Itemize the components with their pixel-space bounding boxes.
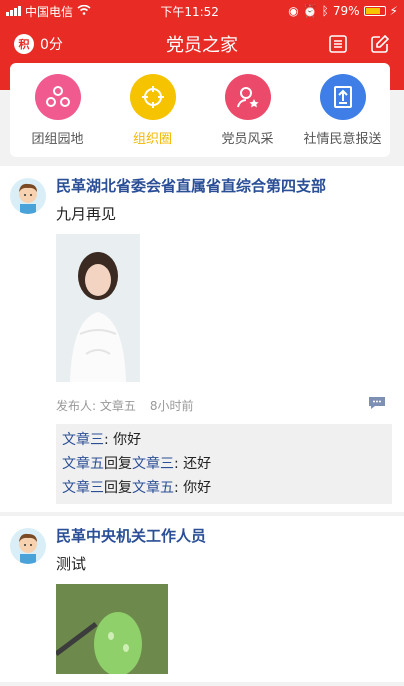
status-bar: 中国电信 下午11:52 ◉ ⏰ ᛒ 79% ⚡: [0, 0, 404, 22]
comment-user[interactable]: 文章五: [62, 456, 104, 472]
reply-target[interactable]: 文章三: [132, 456, 174, 472]
post-card: 民革中央机关工作人员 测试: [0, 516, 404, 686]
person-star-icon: [224, 73, 271, 120]
comment-sep: :: [174, 480, 184, 496]
upload-doc-icon: [319, 73, 366, 120]
comment-text: 你好: [183, 480, 212, 496]
comment-text: 还好: [183, 456, 212, 472]
nav-dangyuan[interactable]: 党员风采: [200, 73, 295, 147]
clock: 下午11:52: [160, 4, 219, 19]
comment-sep: :: [174, 456, 184, 472]
app-header: 积 0分 党员之家: [0, 22, 404, 66]
post-meta: 发布人: 文章五 8小时前: [56, 396, 394, 414]
signal-icon: [6, 6, 21, 16]
bluetooth-icon: ᛒ: [321, 4, 329, 18]
nav-label: 组织圈: [132, 131, 172, 147]
reply-word: 回复: [104, 480, 132, 496]
avatar[interactable]: [10, 528, 46, 564]
group-icon: [34, 73, 81, 120]
post-author[interactable]: 民革中央机关工作人员: [56, 526, 394, 546]
nav-zuzhiquan[interactable]: 组织圈: [105, 73, 200, 147]
comment-icon[interactable]: [368, 396, 386, 413]
nav-label: 团组园地: [31, 131, 84, 147]
post-card: 民革湖北省委会省直属省直综合第四支部 九月再见 发布人: 文章五 8小时前 文章…: [0, 166, 404, 516]
post-photo[interactable]: [56, 234, 140, 382]
reply-target[interactable]: 文章五: [132, 480, 174, 496]
comment-user[interactable]: 文章三: [62, 432, 104, 448]
battery-percent: 79%: [332, 4, 360, 18]
battery-icon: [363, 6, 386, 16]
score-button[interactable]: 积 0分: [14, 34, 63, 54]
nav-tuanzu[interactable]: 团组园地: [10, 73, 105, 147]
post-feed: 民革湖北省委会省直属省直综合第四支部 九月再见 发布人: 文章五 8小时前 文章…: [0, 166, 404, 686]
nav-label: 党员风采: [221, 131, 274, 147]
comment-list: 文章三: 你好 文章五回复文章三: 还好 文章三回复文章五: 你好: [56, 424, 392, 504]
category-nav: 团组园地 组织圈 党员风采 社情民意报送: [10, 63, 390, 157]
nav-sheqing[interactable]: 社情民意报送: [295, 73, 390, 147]
post-text: 测试: [56, 555, 87, 573]
post-time: 8小时前: [149, 398, 194, 413]
comment-row[interactable]: 文章三回复文章五: 你好: [62, 476, 386, 500]
comment-sep: :: [104, 432, 114, 448]
edit-icon[interactable]: [370, 34, 390, 54]
nav-label: 社情民意报送: [303, 131, 382, 147]
publisher-label: 发布人:: [56, 398, 97, 413]
avatar[interactable]: [10, 178, 46, 214]
carrier: 中国电信: [25, 4, 74, 19]
comment-row[interactable]: 文章三: 你好: [62, 428, 386, 452]
comment-text: 你好: [113, 432, 142, 448]
comment-user[interactable]: 文章三: [62, 480, 104, 496]
alarm-icon: ⏰: [302, 4, 318, 18]
post-text: 九月再见: [56, 205, 117, 223]
orientation-lock-icon: ◉: [288, 4, 299, 18]
circle-target-icon: [129, 73, 176, 120]
points-badge: 积: [14, 34, 34, 54]
post-author[interactable]: 民革湖北省委会省直属省直综合第四支部: [56, 176, 394, 196]
list-icon[interactable]: [328, 34, 348, 54]
publisher-name: 文章五: [99, 398, 136, 413]
charging-icon: ⚡: [389, 4, 398, 18]
comment-row[interactable]: 文章五回复文章三: 还好: [62, 452, 386, 476]
reply-word: 回复: [104, 456, 132, 472]
score-value: 0分: [40, 37, 63, 53]
wifi-icon: [77, 4, 91, 18]
post-photo[interactable]: [56, 584, 168, 674]
